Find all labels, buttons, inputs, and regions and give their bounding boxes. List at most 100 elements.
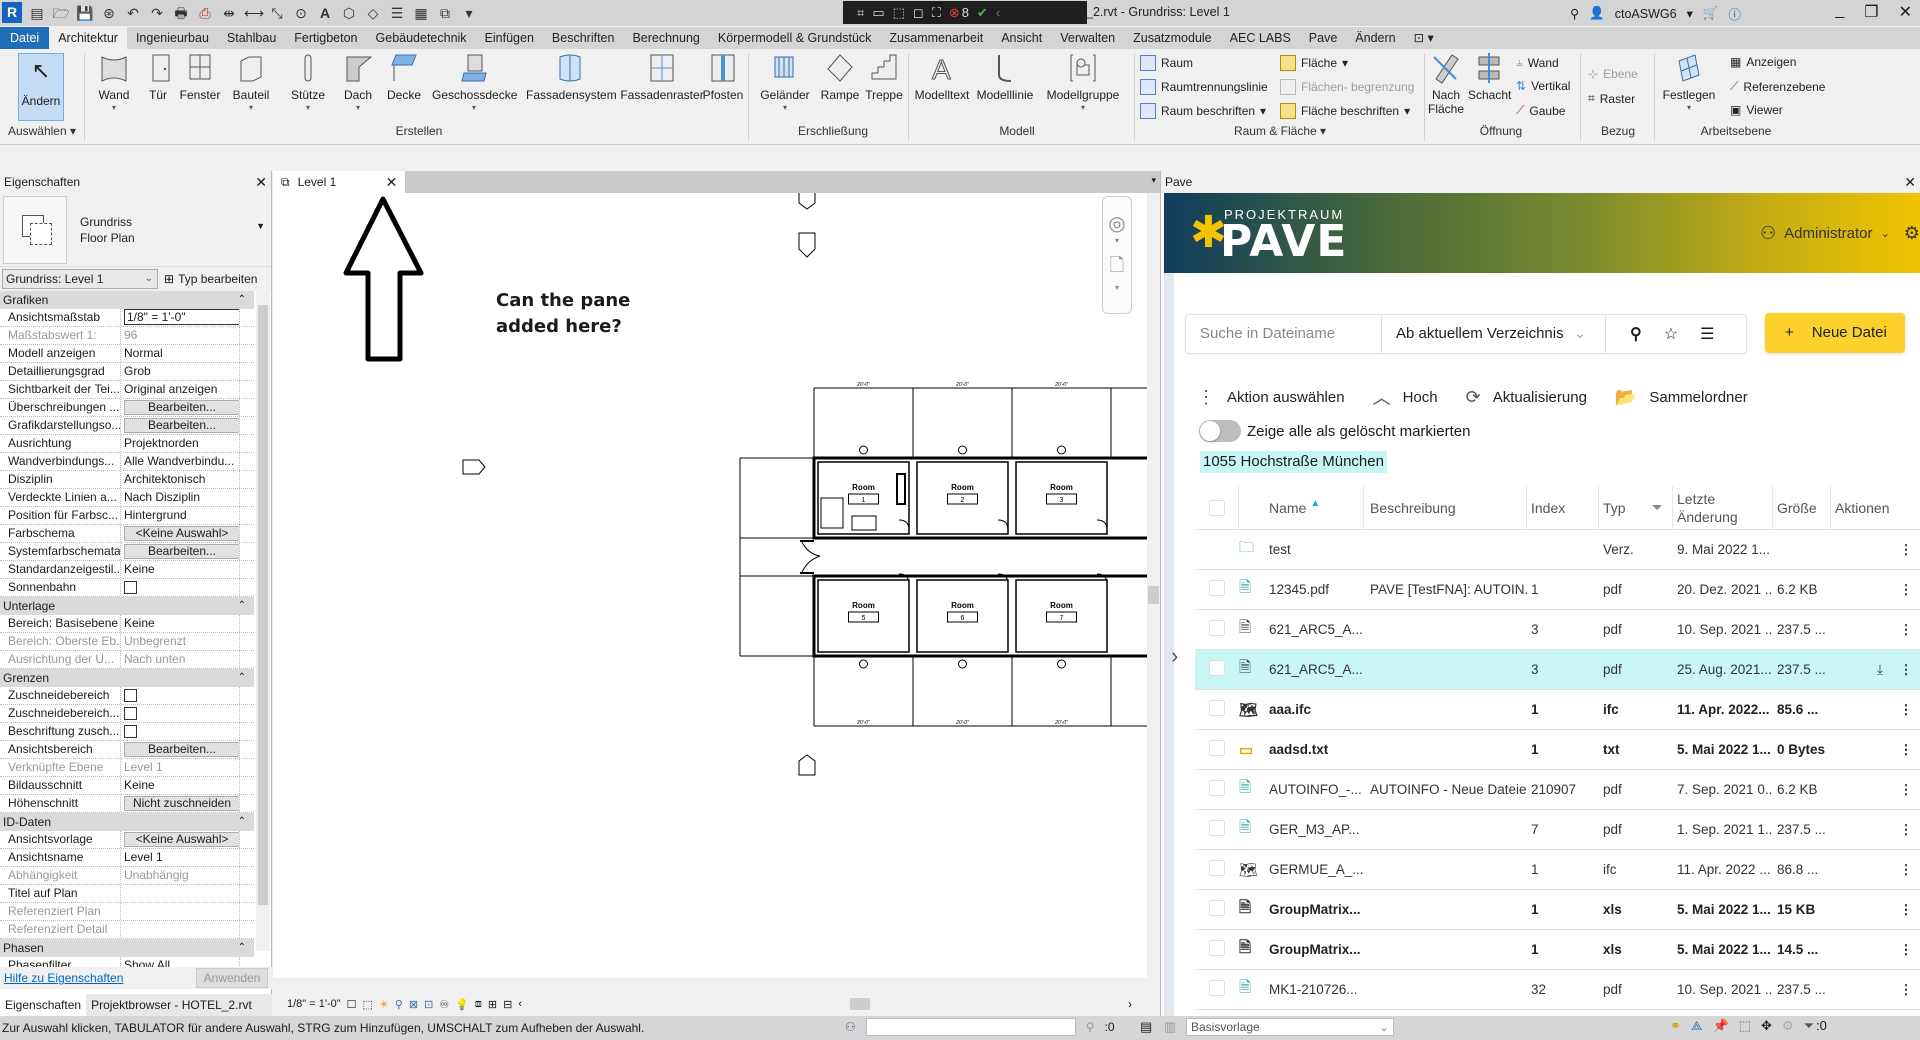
row-checkbox[interactable] [1209,660,1225,676]
user-dropdown-icon[interactable]: ▾ [1687,6,1693,21]
undo-icon[interactable]: ↶ [124,4,142,22]
sync-icon[interactable]: ⊛ [100,4,118,22]
close-window-icon[interactable]: ✕ [1899,2,1912,22]
property-edit-button[interactable]: Bearbeiten... [124,544,239,559]
measure-icon[interactable]: ⇹ [220,4,238,22]
dormer-button[interactable]: ⟋ Gaube [1516,103,1565,118]
select-by-face-icon[interactable]: ⬚ [1739,1018,1751,1034]
background-process-icon[interactable]: ⚙ [1782,1018,1794,1034]
view-vertical-scrollbar[interactable] [1147,193,1160,995]
property-value[interactable]: Nach Disziplin [124,490,200,504]
row-menu-icon[interactable]: ⋮ [1891,862,1920,878]
set-workplane-button[interactable]: Festlegen ▾ [1658,51,1720,112]
help-icon[interactable]: ⓘ [1728,4,1741,23]
select-action-button[interactable]: Aktion auswählen [1227,389,1345,406]
property-checkbox[interactable] [124,725,137,738]
column-name[interactable]: Name ▲ [1269,485,1364,530]
binoculars-icon[interactable]: ⚲ [1570,6,1579,21]
row-menu-icon[interactable]: ⋮ [1891,742,1920,758]
worksets-icon[interactable]: ⚇ [845,1020,856,1034]
table-row[interactable]: 🗎 621_ARC5_A... 3 pdf 10. Sep. 2021 ... 237.5… [1195,610,1920,650]
3d-view-icon[interactable]: ⬡ [340,4,358,22]
column-button[interactable]: Stütze ▾ [288,51,328,112]
collection-folder-button[interactable]: Sammelordner [1649,389,1747,406]
file-name[interactable]: aadsd.txt [1269,742,1364,757]
design-option-selector[interactable]: Basisvorlage ⌄ [1186,1018,1394,1036]
settings-icon[interactable]: ⚙ [1904,223,1920,244]
constraints-icon[interactable]: ⊟ [503,998,512,1011]
close-pave-icon[interactable]: ✕ [1904,174,1916,191]
ribbon-options-icon[interactable]: ⊡ ▾ [1405,27,1443,49]
user-menu[interactable]: ⚇ Administrator ⌄ ⚙ [1760,223,1920,244]
by-face-button[interactable]: Nach Fläche [1426,51,1466,116]
row-menu-icon[interactable]: ⋮ [1891,822,1920,838]
collapse-icon[interactable]: ⌃ [238,669,246,687]
row-checkbox[interactable] [1209,580,1225,596]
row-checkbox[interactable] [1209,780,1225,796]
drag-elements-icon[interactable]: ✥ [1761,1018,1772,1034]
design-options-icon[interactable]: ▤ [1140,1019,1152,1035]
file-name[interactable]: GER_M3_AP... [1269,822,1364,837]
type-selector[interactable]: Grundriss Floor Plan ▼ [0,193,271,267]
tab-aendern[interactable]: Ändern [1346,27,1404,49]
tab-berechnung[interactable]: Berechnung [623,27,708,49]
area-button[interactable]: Fläche ▾ [1280,55,1348,71]
file-name[interactable]: 12345.pdf [1269,582,1364,597]
zoom-region-icon[interactable]: 🗋 [1103,253,1131,283]
property-value[interactable]: Projektnorden [124,436,199,450]
shaft-button[interactable]: Schacht [1468,51,1511,102]
select-all-checkbox[interactable] [1209,499,1225,516]
open-icon[interactable]: 🗁 [52,4,70,22]
row-checkbox[interactable] [1209,620,1225,636]
search-scope-select[interactable]: Ab aktuellem Verzeichnis ⌄ [1382,314,1606,354]
property-edit-button[interactable]: Bearbeiten... [124,400,239,415]
row-menu-icon[interactable]: ⋮ [1891,582,1920,598]
tab-project-browser[interactable]: Projektbrowser - HOTEL_2.rvt [86,994,257,1016]
tab-beschriften[interactable]: Beschriften [543,27,624,49]
favorite-star-icon[interactable]: ☆ [1664,324,1678,344]
home-icon[interactable]: ▤ [28,4,46,22]
select-pinned-icon[interactable]: ⛶ [932,5,941,21]
table-row[interactable]: 🗎 621_ARC5_A... 3 pdf 25. Aug. 2021... 237.5 … [1195,650,1920,690]
properties-help-link[interactable]: Hilfe zu Eigenschaften [4,971,123,985]
tab-properties[interactable]: Eigenschaften [0,994,87,1016]
switch-windows-icon[interactable]: ⧉ [436,4,454,22]
close-hidden-icon[interactable]: ▦ [412,4,430,22]
download-icon[interactable]: ⤓ [1877,662,1883,677]
wheel-dropdown-icon[interactable]: ▾ [1103,236,1131,245]
edit-type-button[interactable]: ⊞ Typ bearbeiten [164,272,257,286]
restore-icon[interactable]: ❐ [1864,2,1878,22]
tab-verwalten[interactable]: Verwalten [1051,27,1124,49]
file-name[interactable]: 621_ARC5_A... [1269,622,1364,637]
shadows-icon[interactable]: ⚲ [395,998,403,1011]
tab-gebaeudetechnik[interactable]: Gebäudetechnik [367,27,476,49]
active-option-icon[interactable]: ▥ [1164,1019,1176,1035]
drawing-canvas[interactable]: Can the pane added here? Room 1 Room 2 Room 3… [273,193,1147,978]
group-select[interactable]: Auswählen ▾ [4,124,80,138]
row-menu-icon[interactable]: ⋮ [1891,662,1920,678]
text-icon[interactable]: A [316,4,334,22]
toggle-switch[interactable] [1199,420,1241,442]
component-button[interactable]: Bauteil ▾ [230,51,272,112]
tag-room-button[interactable]: Raum beschriften ▾ [1140,103,1266,119]
row-checkbox[interactable] [1209,700,1225,716]
customize-qa-icon[interactable]: ▾ [460,4,478,22]
table-row[interactable]: 🗎 GroupMatrix... 1 xls 5. Mai 2022 1... 14.5 … [1195,930,1920,970]
property-value[interactable]: Level 1 [124,850,163,864]
property-value[interactable]: Keine [124,778,155,792]
property-value[interactable]: Grob [124,364,151,378]
collapse-icon[interactable]: ⌃ [238,291,246,309]
modify-button[interactable]: ↖ Ändern [18,53,64,121]
row-menu-icon[interactable]: ⋮ [1891,902,1920,918]
row-menu-icon[interactable]: ⋮ [1891,942,1920,958]
table-row[interactable]: 🗎 12345.pdf PAVE [TestFNA]: AUTOIN... 1 pdf 2… [1195,570,1920,610]
railing-button[interactable]: Geländer ▾ [760,51,810,112]
model-group-button[interactable]: Modellgruppe ▾ [1044,51,1122,112]
crop-view-icon[interactable]: ⊠ [409,998,418,1011]
ramp-button[interactable]: Rampe [820,51,860,102]
thin-lines-icon[interactable]: ☰ [388,4,406,22]
stair-button[interactable]: Treppe [864,51,904,102]
tab-zusatzmodule[interactable]: Zusatzmodule [1124,27,1221,49]
file-name[interactable]: MK1-210726... [1269,982,1364,997]
column-size[interactable]: Größe [1773,485,1831,530]
